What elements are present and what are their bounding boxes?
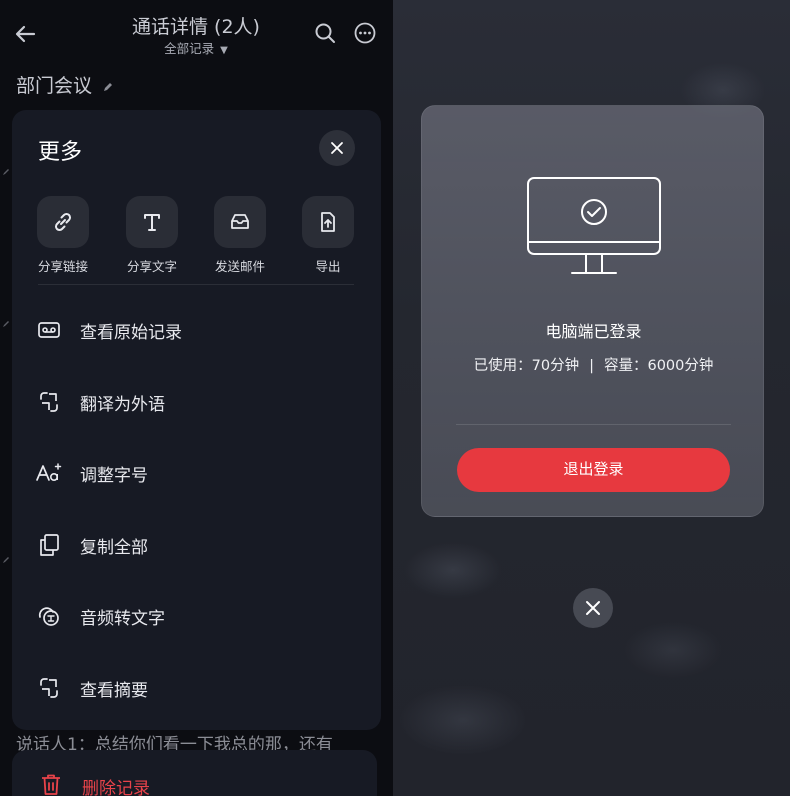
overlay-close-button[interactable] [573,588,613,628]
view-summary-item[interactable]: 查看摘要 [34,668,354,708]
close-icon [586,601,600,615]
edit-pencil-icon [2,168,10,176]
export-button[interactable]: 导出 [292,196,364,275]
send-email-button[interactable]: 发送邮件 [204,196,276,275]
menu-item-label: 调整字号 [80,465,148,486]
close-icon [331,142,343,154]
record-filter-label: 全部记录 [164,41,215,56]
copy-all-item[interactable]: 复制全部 [34,525,354,565]
edit-pencil-icon[interactable] [102,81,114,93]
share-link-label: 分享链接 [37,259,88,274]
back-icon[interactable] [12,20,40,48]
send-email-label: 发送邮件 [214,259,265,274]
overlay-backdrop: 电脑端已登录 已使用：70分钟 | 容量：6000分钟 退出登录 [393,0,790,796]
sheet-close-button[interactable] [319,130,355,166]
pc-login-card: 电脑端已登录 已使用：70分钟 | 容量：6000分钟 退出登录 [421,105,764,517]
edit-pencil-icon [2,556,10,564]
menu-item-label: 翻译为外语 [80,394,165,415]
more-actions-sheet: 更多 分享链接 分享文字 发送邮件 导出 查看原始记录 翻译为外语 调整字号 复… [12,110,381,730]
copy-icon [34,530,64,560]
translate-item[interactable]: 翻译为外语 [34,382,354,422]
separator: | [589,358,594,374]
record-filter-dropdown[interactable]: 全部记录 ▼ [96,38,296,57]
audio-to-text-icon [34,601,64,631]
meeting-name-text: 部门会议 [16,75,93,97]
usage-info: 已使用：70分钟 | 容量：6000分钟 [422,354,765,375]
caret-down-icon: ▼ [220,45,228,56]
translate-icon [34,387,64,417]
trash-icon [38,772,64,796]
export-label: 导出 [315,259,341,274]
login-status-text: 电脑端已登录 [545,322,642,341]
edit-pencil-icon [2,320,10,328]
meeting-name[interactable]: 部门会议 [16,71,114,98]
delete-record-label: 删除记录 [82,779,150,796]
sheet-title: 更多 [38,140,83,165]
desktop-monitor-icon [526,176,662,278]
search-icon[interactable] [313,21,337,45]
call-detail-screen: 通话详情 (2人) 全部记录 ▼ 部门会议 说话人1：总结你们看一下我总的那，还有… [0,0,393,796]
share-text-label: 分享文字 [126,259,177,274]
export-icon [302,196,354,248]
capacity-minutes: 容量：6000分钟 [603,358,714,374]
page-title: 通话详情 (2人) [132,16,260,38]
share-link-button[interactable]: 分享链接 [27,196,99,275]
menu-item-label: 复制全部 [80,537,148,558]
top-bar: 通话详情 (2人) 全部记录 ▼ [0,0,393,64]
menu-item-label: 查看原始记录 [80,322,182,343]
view-original-record-item[interactable]: 查看原始记录 [34,310,354,350]
recording-icon [34,315,64,345]
used-minutes: 已使用：70分钟 [473,358,580,374]
divider [456,424,731,425]
link-icon [37,196,89,248]
font-size-icon [34,458,64,488]
share-text-button[interactable]: 分享文字 [116,196,188,275]
delete-record-button[interactable]: 删除记录 [12,750,377,796]
text-icon [126,196,178,248]
mail-icon [214,196,266,248]
summary-icon [34,673,64,703]
menu-item-label: 音频转文字 [80,608,165,629]
more-options-icon[interactable] [353,21,377,45]
divider [38,284,354,285]
menu-item-label: 查看摘要 [80,680,148,701]
logout-button[interactable]: 退出登录 [457,448,730,492]
audio-to-text-item[interactable]: 音频转文字 [34,596,354,636]
font-size-item[interactable]: 调整字号 [34,453,354,493]
